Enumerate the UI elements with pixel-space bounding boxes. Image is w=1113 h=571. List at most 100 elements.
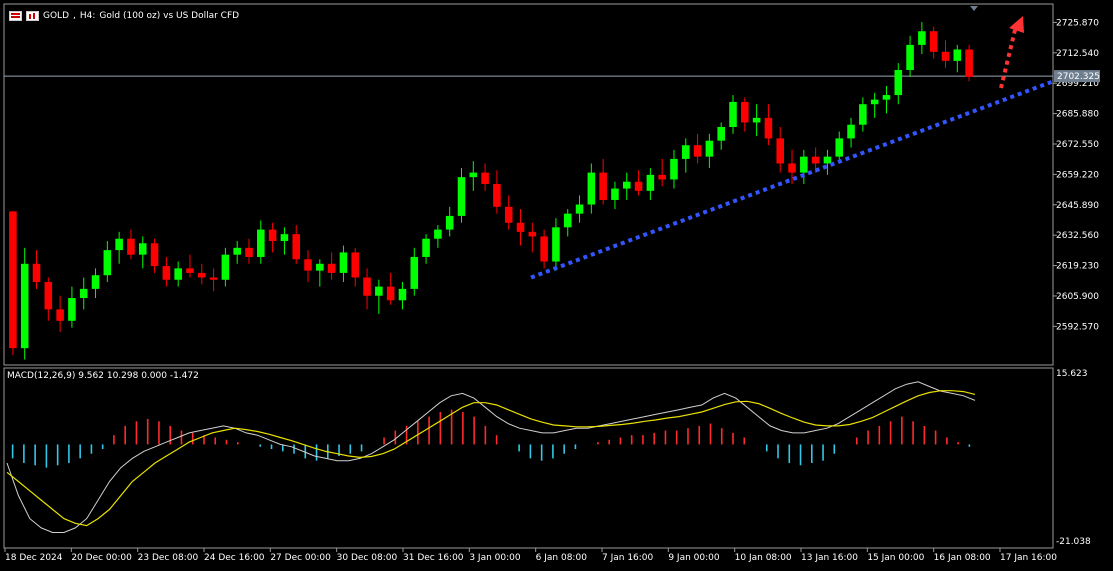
candle-body [209,277,218,280]
candle-body [304,259,312,271]
candle-body [221,254,230,280]
candle-body [906,44,914,70]
candle-body [788,163,796,173]
candle-body [422,238,430,257]
candle-body [493,184,501,207]
candle-body [469,172,478,178]
candle-body [150,243,159,267]
candle-body [540,236,548,262]
candle-body [91,275,100,289]
macd-axis-min: -21.038 [1056,537,1091,547]
candle-body [682,145,690,159]
candle-body [292,234,300,260]
candle-body [280,234,289,241]
time-axis: 18 Dec 2024 20 Dec 00:00 23 Dec 08:00 24 De… [4,548,1057,563]
candle-body [457,177,466,216]
candle-body [835,138,844,157]
price-tick-label: 2645.890 [1056,201,1099,211]
candle-body [56,309,64,321]
price-tick-label: 2632.560 [1056,231,1099,241]
candle-body [32,263,41,283]
time-tick-label: 13 Jan 16:00 [801,553,858,563]
candle-body [9,211,17,349]
candle-body [127,238,135,255]
candle-body [363,277,371,296]
time-tick-label: 31 Dec 16:00 [403,553,464,563]
price-axis: 2725.8702712.5402699.2102685.8802672.550… [4,18,1100,332]
candle-body [44,282,53,310]
candle-series [9,22,973,360]
price-tick-label: 2619.230 [1056,262,1099,272]
period-marker [970,6,978,11]
candle-body [552,227,560,262]
candle-body [587,172,596,205]
candle-body [575,204,584,214]
candle-body [162,266,171,280]
candle-body [20,263,29,349]
candle-body [504,206,513,223]
candle-body [894,70,903,96]
candle-body [398,288,407,301]
candle-body [445,215,454,230]
candle-body [705,140,714,157]
price-tick-label: 2659.220 [1056,170,1099,180]
candle-body [316,263,324,271]
candle-body [339,252,348,273]
time-tick-label: 6 Jan 08:00 [536,553,588,563]
candle-body [375,286,383,296]
candle-body [918,31,926,45]
candle-body [622,181,631,189]
time-tick-label: 9 Jan 00:00 [668,553,720,563]
candle-body [929,31,938,52]
signal-line [6,390,976,527]
time-tick-label: 17 Jan 16:00 [1000,553,1057,563]
candle-body [186,268,194,273]
candle-body [198,272,206,278]
candle-body [68,298,76,321]
candle-body [717,127,725,141]
forecast-arrow-head [1009,16,1024,33]
candle-body [138,243,147,255]
candle-body [752,117,761,123]
candle-body [764,117,773,139]
time-tick-label: 20 Dec 00:00 [71,553,132,563]
candle-body [882,95,891,100]
candle-body [599,172,607,200]
candle-body [870,99,879,105]
time-tick-label: 23 Dec 08:00 [138,553,199,563]
chart-canvas[interactable]: 2725.8702712.5402699.2102685.8802672.550… [0,0,1113,571]
time-tick-label: 7 Jan 16:00 [602,553,654,563]
time-tick-label: 24 Dec 16:00 [204,553,265,563]
support-trendline [530,79,1054,280]
time-tick-label: 15 Jan 00:00 [867,553,924,563]
macd-lines [6,381,976,533]
price-tick-label: 2712.540 [1056,49,1099,59]
forecast-arrow-shaft [999,29,1017,89]
price-tick-label: 2685.880 [1056,110,1099,120]
candle-body [233,247,241,255]
candle-body [670,158,678,180]
candle-body [563,213,572,228]
candle-body [528,231,537,237]
candle-body [268,229,277,241]
candle-body [776,138,784,164]
price-tick-label: 2605.900 [1056,292,1099,302]
price-pane-border [3,3,1054,366]
candle-body [257,229,265,257]
macd-pane-border [3,367,1054,549]
candle-body [941,51,950,61]
candle-body [741,101,749,123]
current-price-label: 2702.325 [1057,72,1100,82]
candle-body [693,145,702,157]
price-tick-label: 2672.550 [1056,140,1099,150]
candle-body [729,101,737,127]
candle-body [811,156,820,164]
candle-body [634,181,643,191]
candle-body [386,286,395,301]
candle-body [174,268,182,280]
candle-body [847,124,855,139]
candle-body [245,247,253,257]
time-tick-label: 3 Jan 00:00 [469,553,521,563]
candle-body [481,172,489,184]
candle-body [103,250,112,276]
